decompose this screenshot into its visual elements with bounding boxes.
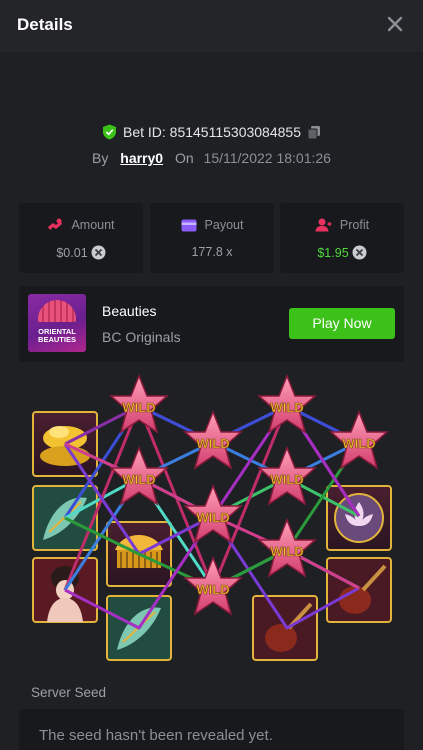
play-now-button[interactable]: Play Now — [289, 308, 395, 339]
thumbnail-title-line2: BEAUTIES — [38, 335, 76, 344]
copy-icon[interactable] — [307, 125, 321, 140]
currency-coin-icon — [91, 245, 106, 260]
profit-label: Profit — [339, 218, 370, 232]
profit-user-icon — [315, 218, 332, 232]
stat-amount: Amount $0.01 — [19, 203, 143, 273]
server-seed-label: Server Seed — [31, 685, 107, 700]
bet-id: Bet ID: 85145115303084855 — [122, 124, 301, 140]
symbol-lotus-mirror — [326, 485, 392, 551]
stat-profit: Profit $1.95 — [280, 203, 404, 273]
wild-label: WILD — [196, 582, 229, 597]
username-link[interactable]: harry0 — [120, 150, 163, 166]
symbol-pipa — [252, 595, 318, 661]
by-label: By — [92, 150, 109, 166]
wild-label: WILD — [122, 472, 155, 487]
wild-star: WILD — [329, 409, 389, 470]
wild-label: WILD — [270, 544, 303, 559]
profit-value: $1.95 — [317, 246, 349, 260]
wild-star: WILD — [109, 373, 169, 434]
wild-label: WILD — [270, 472, 303, 487]
wild-label: WILD — [270, 400, 303, 415]
slot-result-board: WILD WILD WILD WILD WILD WILD WILD WILD — [32, 373, 392, 661]
wild-label: WILD — [196, 510, 229, 525]
stat-payout: Payout 177.8 x — [150, 203, 274, 273]
fan-icon — [38, 300, 76, 322]
wild-star: WILD — [257, 517, 317, 578]
wild-label: WILD — [122, 400, 155, 415]
currency-coin-icon — [352, 245, 367, 260]
wild-label: WILD — [342, 436, 375, 451]
wild-label: WILD — [196, 436, 229, 451]
server-seed-field: The seed hasn't been revealed yet. — [19, 709, 404, 750]
game-card: ORIENTAL BEAUTIES Beauties BC Originals … — [19, 286, 404, 362]
modal-title: Details — [17, 15, 73, 34]
bet-datetime: 15/11/2022 18:01:26 — [203, 150, 331, 166]
payout-value: 177.8 x — [191, 245, 233, 259]
wild-star: WILD — [183, 409, 243, 470]
wild-star: WILD — [257, 373, 317, 434]
bet-amount-icon — [48, 218, 63, 230]
verified-shield-icon — [102, 124, 116, 140]
bet-id-row: Bet ID: 85145115303084855 — [0, 124, 423, 140]
game-thumbnail[interactable]: ORIENTAL BEAUTIES — [28, 294, 86, 352]
close-icon[interactable] — [387, 16, 403, 32]
game-provider: BC Originals — [102, 329, 181, 345]
modal-header: Details — [0, 0, 423, 52]
wild-star: WILD — [183, 483, 243, 544]
game-name[interactable]: Beauties — [102, 303, 156, 319]
amount-label: Amount — [71, 218, 115, 232]
server-seed-value: The seed hasn't been revealed yet. — [39, 727, 273, 744]
amount-value: $0.01 — [56, 246, 88, 260]
bet-author-row: By harry0 On 15/11/2022 18:01:26 — [0, 150, 423, 166]
payout-label: Payout — [204, 218, 244, 232]
on-label: On — [174, 150, 194, 166]
wallet-icon — [181, 219, 197, 232]
symbol-pipa — [326, 557, 392, 623]
wild-star: WILD — [183, 555, 243, 616]
